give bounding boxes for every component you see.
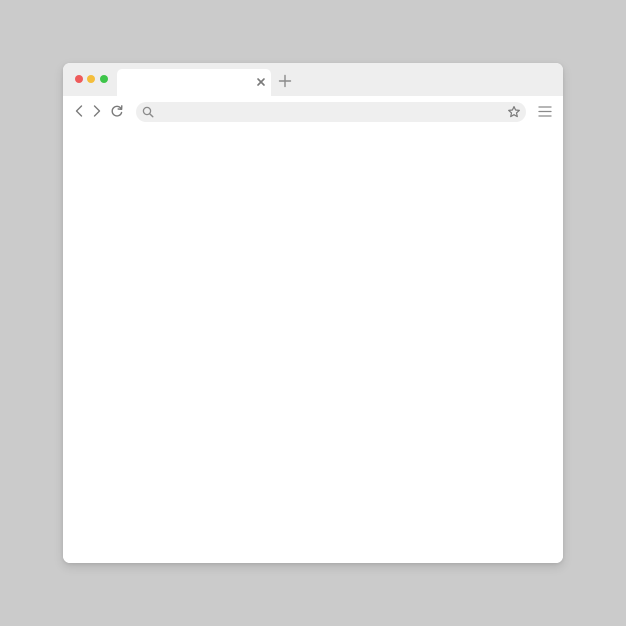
plus-icon[interactable] <box>278 74 292 88</box>
page-content-area[interactable] <box>63 126 563 563</box>
search-icon <box>142 106 154 118</box>
chevron-right-icon[interactable] <box>90 104 104 118</box>
reload-icon[interactable] <box>110 104 124 118</box>
window-close-button[interactable] <box>75 75 83 83</box>
window-minimize-button[interactable] <box>87 75 95 83</box>
close-icon[interactable] <box>255 76 267 88</box>
chevron-left-icon[interactable] <box>72 104 86 118</box>
browser-window <box>63 63 563 563</box>
hamburger-menu-icon[interactable] <box>538 105 552 118</box>
tab-bar <box>63 63 563 96</box>
url-input[interactable] <box>160 104 500 120</box>
star-icon[interactable] <box>507 105 521 119</box>
window-maximize-button[interactable] <box>100 75 108 83</box>
navigation-toolbar <box>63 96 563 126</box>
browser-tab[interactable] <box>117 69 271 96</box>
address-bar[interactable] <box>136 102 526 122</box>
